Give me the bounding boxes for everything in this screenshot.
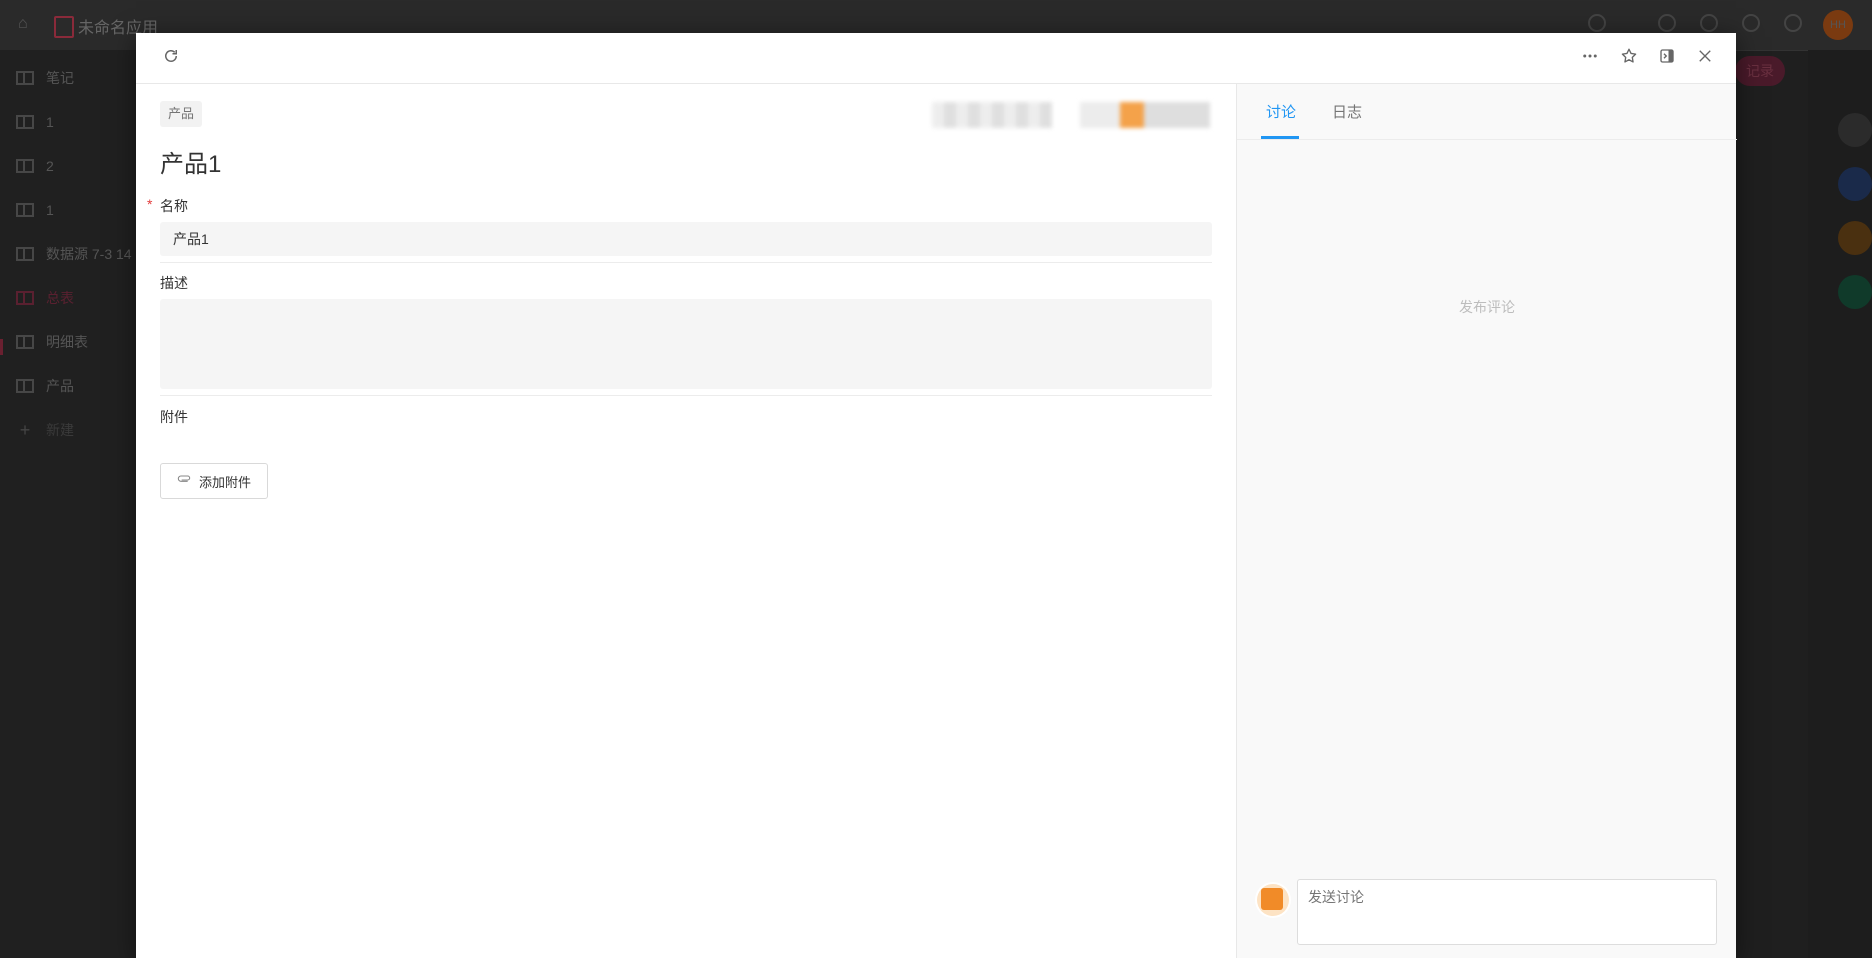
add-attachment-label: 添加附件 xyxy=(198,474,251,490)
notification-icon[interactable] xyxy=(1838,113,1872,147)
sidebar-item-1b[interactable]: 1 xyxy=(16,200,54,220)
grid-icon xyxy=(16,203,34,217)
required-mark: * xyxy=(147,196,153,212)
user-avatar-top[interactable]: HH xyxy=(1823,10,1853,40)
table-icon xyxy=(16,379,34,393)
sidebar-item-1[interactable]: 1 xyxy=(16,112,54,132)
upload-icon[interactable] xyxy=(1658,14,1676,32)
table-icon xyxy=(16,159,34,173)
sidebar-item-label: 1 xyxy=(46,202,54,218)
modal-header xyxy=(136,33,1736,84)
sidebar-item-label: 明细表 xyxy=(46,334,88,350)
sidebar-item-notes[interactable]: 笔记 xyxy=(16,68,74,88)
sidebar-item-label: 产品 xyxy=(46,378,74,394)
name-field-label: 名称 xyxy=(160,198,188,214)
star-icon[interactable] xyxy=(1618,47,1640,69)
help-icon[interactable] xyxy=(1784,14,1802,32)
more-icon[interactable] xyxy=(1579,47,1601,69)
sidebar-item-label: 笔记 xyxy=(46,70,74,86)
redacted-owner xyxy=(1080,102,1210,128)
plus-icon: + xyxy=(19,419,31,440)
paperclip-icon xyxy=(177,472,193,491)
refresh-icon[interactable] xyxy=(160,47,182,69)
tab-log[interactable]: 日志 xyxy=(1332,101,1362,122)
close-icon[interactable] xyxy=(1694,47,1716,69)
users-icon[interactable] xyxy=(1700,14,1718,32)
description-field[interactable] xyxy=(160,299,1212,389)
table-icon xyxy=(16,115,34,129)
app-icon xyxy=(54,16,74,38)
field-divider xyxy=(160,395,1212,396)
panel-toggle-icon[interactable] xyxy=(1656,47,1678,69)
discussion-panel: 讨论 日志 发布评论 发送讨论 xyxy=(1236,84,1737,958)
sidebar-item-label: 数据源 7-3 14 xyxy=(46,246,132,262)
redacted-meta xyxy=(932,102,1052,128)
search-icon[interactable] xyxy=(1742,14,1760,32)
sidebar-item-label: 总表 xyxy=(46,290,74,306)
sidebar-item-master[interactable]: 总表 xyxy=(16,288,74,308)
record-form: 产品 产品1 * 名称 产品1 描述 附件 添加附件 xyxy=(136,84,1236,958)
active-tab-indicator xyxy=(1261,136,1299,139)
table-icon xyxy=(16,71,34,85)
table-icon xyxy=(16,335,34,349)
comment-input[interactable]: 发送讨论 xyxy=(1297,879,1717,945)
record-title: 产品1 xyxy=(160,151,222,178)
table-icon xyxy=(16,247,34,261)
sidebar-item-label: 1 xyxy=(46,114,54,130)
sidebar-item-datasource[interactable]: 数据源 7-3 14 xyxy=(16,244,132,264)
add-attachment-button[interactable]: 添加附件 xyxy=(160,463,268,499)
sidebar-item-new[interactable]: + 新建 xyxy=(16,420,74,440)
avatar xyxy=(1257,884,1289,916)
home-icon[interactable]: ⌂ xyxy=(18,16,34,32)
discussion-tabs: 讨论 日志 xyxy=(1237,84,1737,140)
sidebar-item-label: 2 xyxy=(46,158,54,174)
grid-app-icon[interactable] xyxy=(1838,221,1872,255)
lightning-icon[interactable] xyxy=(1838,167,1872,201)
sidebar-item-label: 新建 xyxy=(46,422,74,438)
check-app-icon[interactable] xyxy=(1838,275,1872,309)
app-sidebar xyxy=(0,50,140,958)
sidebar-item-2[interactable]: 2 xyxy=(16,156,54,176)
attachment-field-label: 附件 xyxy=(160,409,188,425)
sidebar-item-product[interactable]: 产品 xyxy=(16,376,74,396)
tab-discussion[interactable]: 讨论 xyxy=(1266,101,1296,122)
description-field-label: 描述 xyxy=(160,275,188,291)
field-divider xyxy=(160,262,1212,263)
sidebar-active-indicator xyxy=(0,339,3,355)
sidebar-item-detail[interactable]: 明细表 xyxy=(16,332,88,352)
new-record-button[interactable]: 记录 xyxy=(1735,56,1785,86)
table-icon xyxy=(16,291,34,305)
worksheet-tag[interactable]: 产品 xyxy=(160,101,203,127)
empty-discussion-hint: 发布评论 xyxy=(1459,299,1515,315)
name-field[interactable]: 产品1 xyxy=(160,222,1212,256)
check-circle-icon[interactable] xyxy=(1588,14,1606,32)
record-modal: 产品 产品1 * 名称 产品1 描述 附件 添加附件 讨论 日志 发布评论 发送… xyxy=(136,33,1737,958)
